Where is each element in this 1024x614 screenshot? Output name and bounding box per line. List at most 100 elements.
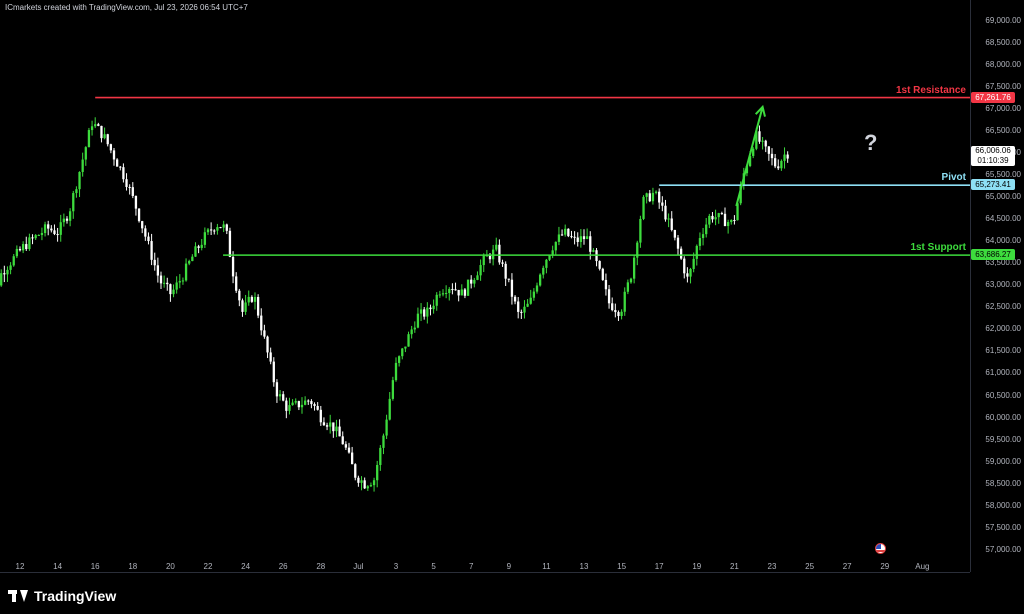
candle-down [97,124,100,126]
candle-down [582,236,586,240]
candle-up [466,279,470,296]
time-axis-tick: 23 [767,562,777,571]
price-axis-tick: 58,500.00 [985,478,1021,488]
candle-down [119,166,122,168]
candle-up [9,265,12,270]
candle-down [50,228,53,231]
candle-up [554,241,557,251]
time-axis-tick: 16 [90,562,100,571]
candle-up [626,282,630,292]
candle-up [253,296,257,302]
candle-down [269,352,272,362]
time-axis[interactable]: 12 14 16 18 20 22 24 26 28 Jul 3 5 7 9 11 13 15 17 19 21 23 2… [0,562,970,589]
candle-up [194,246,197,257]
candle-up [639,218,642,243]
candle-down [429,307,432,310]
candle-down [166,282,169,285]
candle-down [316,405,319,410]
current-price-value: 66,006.06 [975,145,1011,155]
price-axis-tick: 60,500.00 [985,390,1021,400]
candle-up [391,380,395,399]
candle-down [209,229,213,231]
candle-down [598,261,601,269]
level-price-tag: 67,261.76 [971,91,1015,103]
candle-down [350,452,354,465]
candle-down [723,213,727,227]
candle-up [695,245,698,259]
candle-up [188,261,191,264]
candle-up [548,255,551,260]
candle-down [319,409,322,423]
candle-up [441,293,445,295]
us-flag-event-icon[interactable] [875,543,886,554]
level-price-tag: 63,686.27 [971,249,1015,261]
price-axis-tick: 58,000.00 [985,500,1021,510]
candle-down [347,447,351,453]
candle-down [777,166,780,169]
price-axis-tick: 62,000.00 [985,324,1021,334]
candle-up [783,154,786,161]
candle-up [620,311,623,317]
candle-up [191,256,194,262]
price-axis[interactable]: 69,000.00 68,500.00 68,000.00 67,500.00 67,0… [970,0,1024,572]
candle-down [106,134,109,145]
candle-down [241,300,244,312]
candle-up [303,400,307,405]
candle-down [463,289,467,296]
candle-down [109,144,113,151]
candle-down [488,255,492,260]
candle-down [363,480,366,489]
time-axis-tick: 14 [53,562,63,571]
candle-down [670,218,673,230]
time-axis-tick: 11 [542,562,551,571]
time-axis-tick: 12 [15,562,25,571]
level-label: 1st Resistance [895,84,966,96]
candle-down [263,330,266,337]
candle-up [523,306,526,313]
candle-up [329,422,332,427]
level-label: Pivot [941,172,966,184]
candle-down [560,234,564,236]
candle-up [376,464,379,481]
candle-down [141,221,144,229]
candle-up [278,394,282,397]
projection-arrow-shaft [735,106,764,207]
candle-down [354,464,357,478]
price-axis-tick: 67,000.00 [985,104,1021,114]
candle-up [629,278,633,283]
candle-down [112,150,116,160]
candle-up [216,227,219,231]
candle-up [203,232,207,245]
candle-up [394,362,398,381]
candle-down [115,159,119,167]
candle-up [667,218,670,220]
candle-up [222,224,225,228]
price-axis-tick: 65,000.00 [985,192,1021,202]
candle-down [131,187,134,196]
candle-up [557,234,561,242]
candle-down [169,284,172,295]
candle-up [37,235,40,237]
candle-up [689,268,692,277]
candle-down [197,246,200,248]
candle-up [15,248,19,257]
candle-up [495,244,498,250]
time-axis-tick: 25 [805,562,815,571]
candle-up [651,192,655,202]
price-chart[interactable] [0,16,970,572]
candle-up [645,193,648,197]
candle-down [159,275,163,284]
candle-up [172,289,175,295]
candle-down [498,244,501,263]
candle-up [175,282,178,290]
price-axis-tick: 65,500.00 [985,170,1021,180]
candle-down [604,279,608,290]
candle-up [780,160,783,169]
candle-down [213,230,216,232]
candle-up [244,302,247,312]
time-axis-tick: 9 [506,562,512,571]
candle-up [184,263,188,281]
candle-down [225,224,228,231]
time-axis-tick: 18 [128,562,138,571]
tradingview-logo: TradingView [8,588,116,604]
